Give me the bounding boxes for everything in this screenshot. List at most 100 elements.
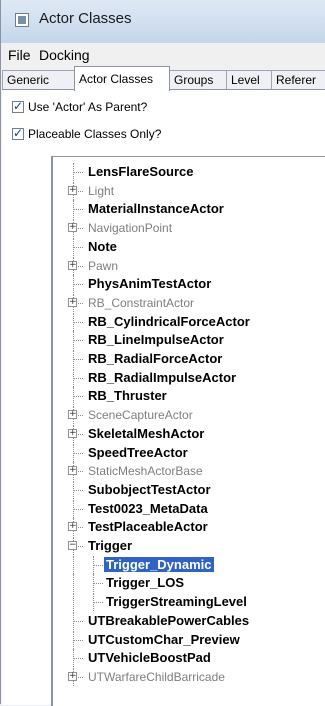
tree-item-label: UTCustomChar_Preview: [88, 631, 240, 647]
tree-branch-line: [93, 583, 103, 585]
tree-branch-line: [73, 452, 83, 454]
tree-branch-line: [73, 396, 83, 398]
tree-branch-line: [73, 340, 83, 342]
tree-item[interactable]: + TestPlaceableActor: [53, 518, 325, 537]
tree-item[interactable]: + StaticMeshActorBase: [53, 462, 325, 481]
expand-icon[interactable]: +: [68, 185, 77, 195]
use-actor-parent-checkbox[interactable]: [12, 99, 24, 113]
tree-branch-line: [73, 658, 83, 660]
tab-actor-classes[interactable]: Actor Classes: [74, 66, 170, 91]
tree-item-label: MaterialInstanceActor: [88, 201, 224, 217]
tree-item-label: SubobjectTestActor: [88, 481, 211, 497]
tab-groups[interactable]: Groups: [169, 70, 227, 90]
menu-file[interactable]: File: [8, 47, 31, 63]
tree-branch-line: [93, 564, 103, 566]
tree-parent-guide: [73, 574, 74, 593]
tab-generic[interactable]: Generic: [2, 70, 75, 90]
tree-item[interactable]: + SceneCaptureActor: [53, 406, 325, 425]
tree-branch-line: [73, 489, 83, 491]
placeable-only-checkbox[interactable]: [12, 126, 24, 140]
tree-item[interactable]: UTBreakablePowerCables: [53, 611, 325, 630]
tree-branch-line: [73, 321, 83, 323]
tree-item-label: TriggerStreamingLevel: [106, 594, 247, 610]
tree-branch-line: [73, 377, 83, 379]
tree-item-label: TestPlaceableActor: [88, 519, 208, 535]
tree-item-label: Pawn: [88, 258, 119, 273]
tree-item-label: Trigger: [88, 538, 133, 553]
tree-item-label: RB_RadialImpulseActor: [88, 369, 237, 385]
tree-item[interactable]: UTVehicleBoostPad: [53, 649, 325, 668]
tree-item[interactable]: RB_RadialForceActor: [53, 350, 325, 368]
tree-item[interactable]: Test0023_MetaData: [53, 499, 325, 518]
tree-item-label: PhysAnimTestActor: [88, 276, 212, 292]
tree-item-label: NavigationPoint: [88, 221, 173, 236]
tree-item-label: RB_ConstraintActor: [88, 295, 195, 310]
tree-item[interactable]: + NavigationPoint: [53, 219, 325, 238]
tree-branch-line: [73, 209, 83, 211]
tree-item[interactable]: LensFlareSource: [53, 163, 325, 181]
tree-item-label: SkeletalMeshActor: [88, 425, 205, 441]
tree-item-label: Light: [88, 183, 115, 198]
tree-item[interactable]: Trigger_Dynamic: [53, 555, 325, 574]
class-tree[interactable]: LensFlareSource + Light MaterialInstanceAct…: [51, 156, 325, 706]
tree-item[interactable]: Trigger_LOS: [53, 574, 325, 593]
expand-icon[interactable]: +: [68, 297, 77, 307]
expand-icon[interactable]: +: [68, 260, 77, 270]
tree-item[interactable]: MaterialInstanceActor: [53, 200, 325, 219]
tree-item-label: Trigger_LOS: [106, 575, 185, 591]
tree-item[interactable]: UTCustomChar_Preview: [53, 630, 325, 649]
tree-item-label: RB_LineImpulseActor: [88, 332, 224, 348]
tree-item-label: UTVehicleBoostPad: [88, 650, 211, 666]
tree-item-label: RB_CylindricalForceActor: [88, 313, 250, 329]
tree-item[interactable]: RB_RadialImpulseActor: [53, 368, 325, 387]
tree-branch-line: [73, 508, 83, 510]
tree-item-label: UTBreakablePowerCables: [88, 612, 250, 628]
title-bar[interactable]: Actor Classes: [1, 0, 325, 43]
expand-icon[interactable]: +: [68, 428, 77, 438]
tree-item[interactable]: TriggerStreamingLevel: [53, 593, 325, 612]
tree-branch-line: [73, 246, 83, 248]
tab-level[interactable]: Level: [226, 70, 272, 90]
collapse-icon[interactable]: −: [68, 541, 77, 550]
tree-item-label: RB_Thruster: [88, 388, 167, 404]
tree-item[interactable]: + Light: [53, 181, 325, 200]
tree-branch-line: [73, 284, 83, 286]
tree-item-label: Note: [88, 238, 117, 254]
tree-item[interactable]: + SkeletalMeshActor: [53, 424, 325, 443]
tree-item-label: Test0023_MetaData: [88, 500, 208, 516]
tree-item[interactable]: − Trigger: [53, 537, 325, 555]
tree-item[interactable]: RB_Thruster: [53, 387, 325, 406]
expand-icon[interactable]: +: [68, 466, 77, 476]
tree-item-label: LensFlareSource: [88, 164, 194, 179]
tree-branch-line: [73, 359, 83, 360]
tree-item[interactable]: RB_CylindricalForceActor: [53, 312, 325, 331]
tree-item[interactable]: SubobjectTestActor: [53, 480, 325, 499]
menu-docking[interactable]: Docking: [39, 47, 90, 63]
tab-referencers[interactable]: Referer: [271, 70, 325, 90]
menu-bar: File Docking: [2, 43, 325, 65]
actor-classes-window: Actor Classes File Docking Generic Actor…: [0, 0, 325, 706]
tree-item-label: SpeedTreeActor: [88, 444, 188, 460]
tree-item[interactable]: SpeedTreeActor: [53, 443, 325, 462]
actor-classes-panel: Use 'Actor' As Parent? Placeable Classes…: [2, 89, 325, 706]
tree-item-label: RB_RadialForceActor: [88, 351, 223, 366]
tree-parent-guide: [73, 555, 74, 574]
tree-item-label: StaticMeshActorBase: [88, 464, 203, 479]
tree-branch-line: [73, 172, 83, 173]
tree-item[interactable]: RB_LineImpulseActor: [53, 331, 325, 350]
tree-branch-line: [73, 620, 83, 622]
expand-icon[interactable]: +: [68, 671, 77, 681]
tree-item-label: Trigger_Dynamic: [104, 556, 214, 572]
tree-item[interactable]: PhysAnimTestActor: [53, 275, 325, 294]
tree-item[interactable]: + Pawn: [53, 256, 325, 275]
tree-item-label: UTWarfareChildBarricade: [88, 669, 225, 684]
tab-strip: Generic Actor Classes Groups Level Refer…: [2, 66, 325, 91]
tree-item[interactable]: Note: [53, 237, 325, 256]
placeable-only-label: Placeable Classes Only?: [28, 127, 162, 141]
expand-icon[interactable]: +: [68, 223, 77, 233]
expand-icon[interactable]: +: [68, 522, 77, 532]
tree-item-label: SceneCaptureActor: [88, 408, 193, 423]
tree-item[interactable]: + UTWarfareChildBarricade: [53, 667, 325, 686]
expand-icon[interactable]: +: [68, 410, 77, 420]
tree-item[interactable]: + RB_ConstraintActor: [53, 293, 325, 312]
